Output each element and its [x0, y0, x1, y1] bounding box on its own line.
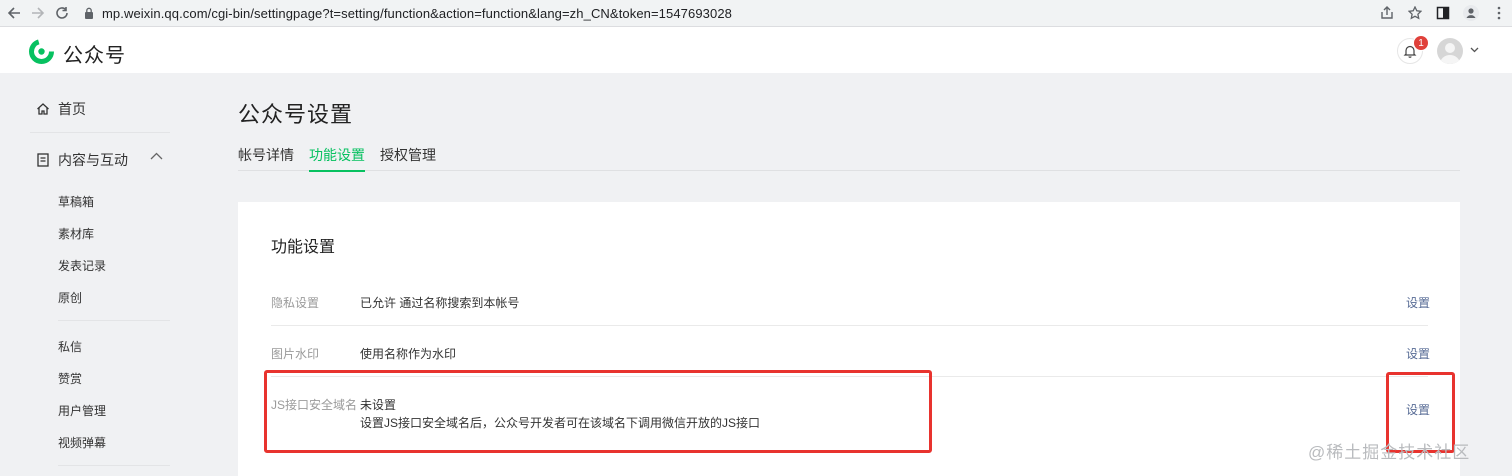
sidebar-item-user-management[interactable]: 用户管理 [58, 402, 106, 419]
more-menu-icon[interactable] [1490, 4, 1508, 22]
address-bar[interactable]: mp.weixin.qq.com/cgi-bin/settingpage?t=s… [76, 2, 1381, 24]
url-text: mp.weixin.qq.com/cgi-bin/settingpage?t=s… [102, 5, 732, 21]
notification-badge: 1 [1413, 35, 1429, 51]
site-header: 公众号 [0, 27, 1512, 73]
side-panel-icon[interactable] [1434, 4, 1452, 22]
forward-arrow-icon[interactable] [26, 1, 50, 25]
privacy-label: 隐私设置 [271, 296, 320, 310]
sidebar-item-label: 内容与互动 [58, 152, 128, 168]
sidebar-divider [58, 465, 170, 466]
sidebar-item-video-danmaku[interactable]: 视频弹幕 [58, 434, 106, 451]
back-arrow-icon[interactable] [2, 1, 26, 25]
section-title: 功能设置 [271, 239, 336, 256]
tab-bar: 帐号详情 功能设置 授权管理 [238, 145, 1460, 172]
brand-name[interactable]: 公众号 [63, 39, 126, 68]
watermark-text: @稀土掘金技术社区 [1308, 443, 1471, 462]
sidebar-item-original[interactable]: 原创 [58, 289, 82, 306]
lock-icon [85, 7, 93, 19]
sidebar-item-home[interactable]: 首页 [36, 99, 86, 119]
privacy-value: 已允许 通过名称搜索到本帐号 [360, 296, 520, 310]
bookmark-star-icon[interactable] [1406, 4, 1424, 22]
home-icon [37, 103, 49, 115]
highlight-box-js-domain [264, 370, 932, 453]
wechat-mp-logo-icon[interactable] [28, 38, 55, 65]
share-icon[interactable] [1378, 4, 1396, 22]
watermark-label: 图片水印 [271, 347, 320, 361]
sidebar-group-content[interactable]: 内容与互动 [36, 150, 128, 170]
watermark-settings-link[interactable]: 设置 [1406, 345, 1430, 362]
tab-account-details[interactable]: 帐号详情 [238, 145, 294, 171]
tab-authorization[interactable]: 授权管理 [380, 145, 436, 171]
profile-icon[interactable] [1462, 4, 1480, 22]
sidebar-item-publish-records[interactable]: 发表记录 [58, 257, 106, 274]
chevron-up-icon[interactable] [150, 152, 163, 160]
tab-function-settings[interactable]: 功能设置 [309, 145, 365, 172]
sidebar: 首页 内容与互动 草稿箱 素材库 发表记录 原创 私信 赞赏 用户管理 视频弹幕 [0, 73, 200, 476]
document-icon [37, 153, 49, 167]
avatar[interactable] [1437, 38, 1463, 64]
row-divider [271, 325, 1428, 326]
watermark-value: 使用名称作为水印 [360, 347, 457, 361]
reload-icon[interactable] [50, 1, 74, 25]
sidebar-item-drafts[interactable]: 草稿箱 [58, 193, 94, 210]
sidebar-divider [30, 132, 170, 133]
sidebar-item-rewards[interactable]: 赞赏 [58, 370, 82, 387]
sidebar-item-materials[interactable]: 素材库 [58, 225, 94, 242]
chevron-down-icon[interactable] [1470, 45, 1479, 56]
sidebar-divider [58, 320, 170, 321]
sidebar-item-messages[interactable]: 私信 [58, 338, 82, 355]
page-title: 公众号设置 [238, 102, 354, 127]
browser-toolbar: mp.weixin.qq.com/cgi-bin/settingpage?t=s… [0, 0, 1512, 27]
sidebar-item-label: 首页 [58, 101, 86, 117]
privacy-settings-link[interactable]: 设置 [1406, 294, 1430, 311]
